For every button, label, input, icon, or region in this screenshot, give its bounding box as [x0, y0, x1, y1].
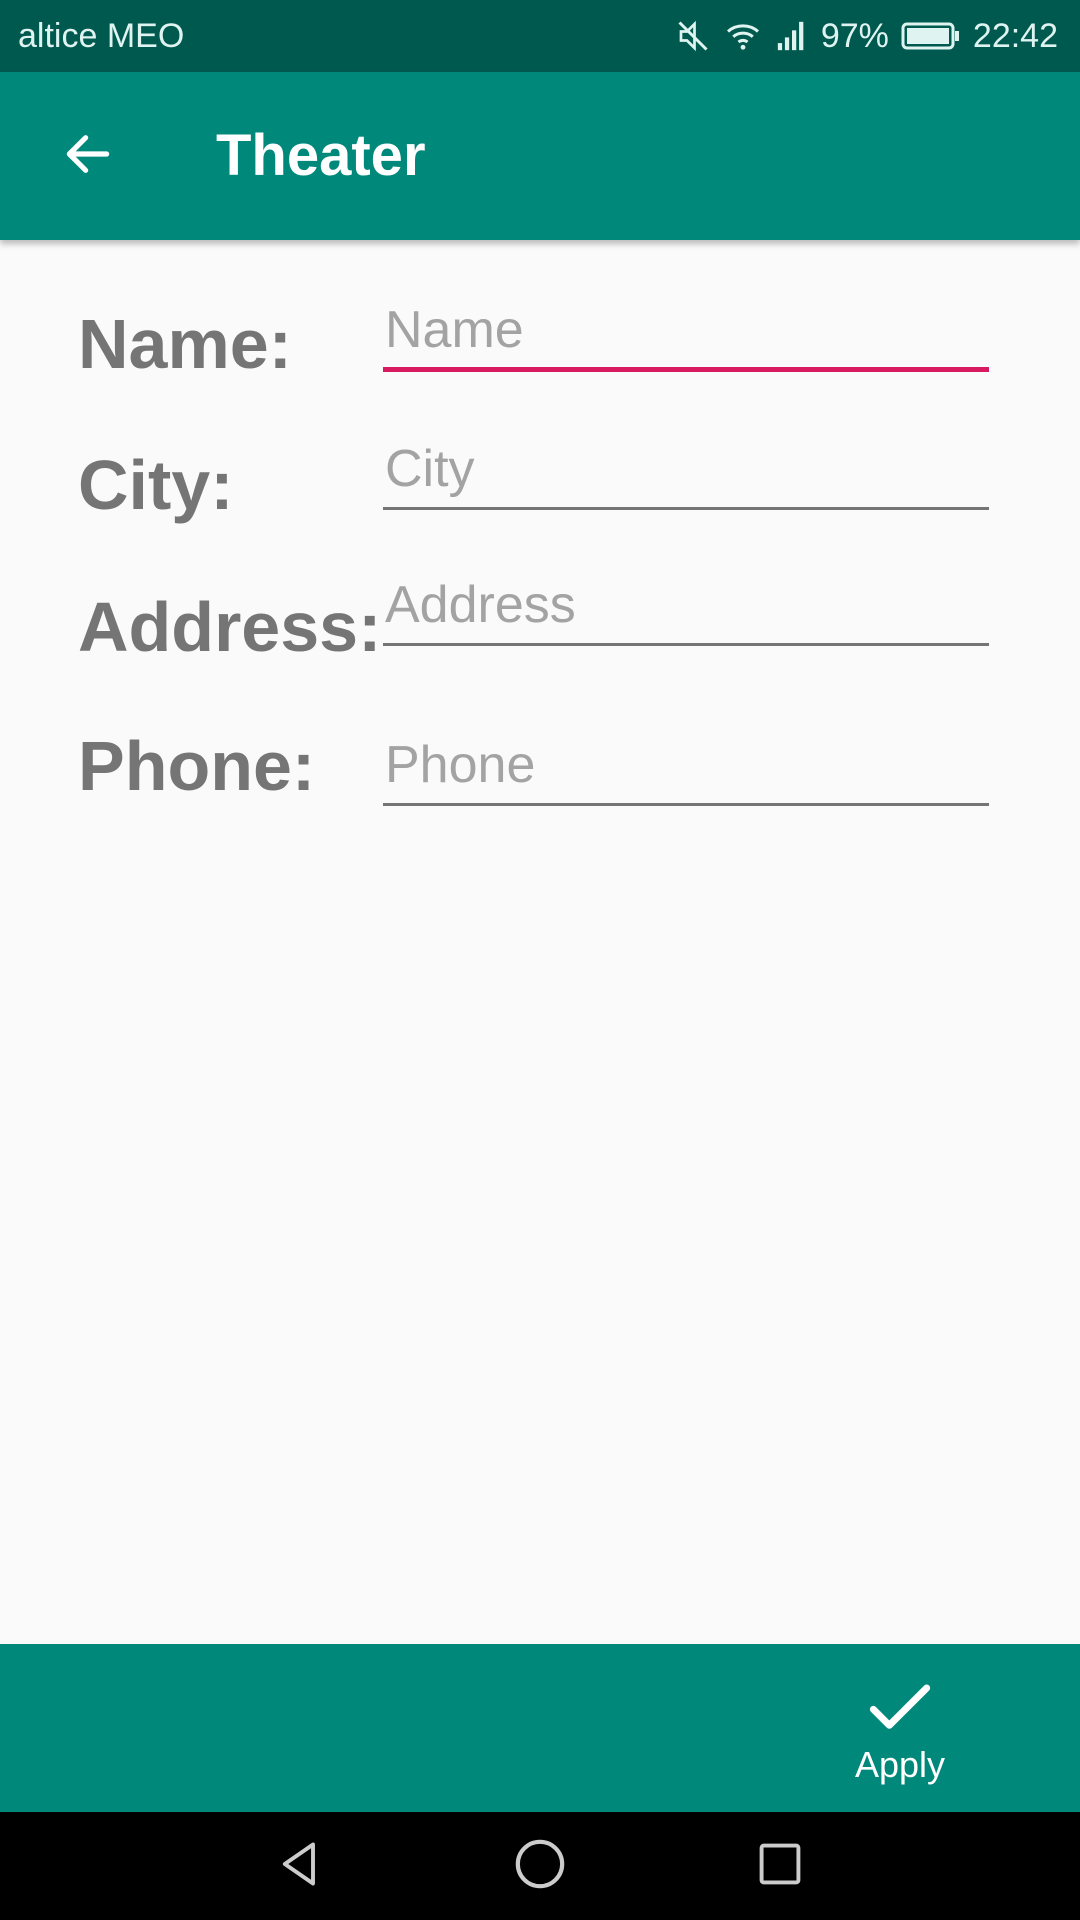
wifi-icon	[723, 18, 763, 54]
city-label: City:	[78, 446, 234, 524]
system-nav-bar	[0, 1812, 1080, 1920]
clock: 22:42	[972, 17, 1058, 55]
check-icon	[868, 1680, 932, 1741]
signal-icon	[775, 19, 809, 53]
nav-recents-button[interactable]	[736, 1822, 824, 1910]
apply-button[interactable]: Apply	[836, 1662, 964, 1800]
apply-label: Apply	[854, 1744, 946, 1785]
back-button[interactable]	[40, 108, 136, 204]
recents-square-icon	[754, 1838, 806, 1895]
app-bar: Theater	[0, 72, 1080, 240]
home-circle-icon	[512, 1836, 568, 1897]
city-field-wrapper	[383, 430, 989, 510]
battery-icon	[901, 20, 961, 52]
nav-home-button[interactable]	[496, 1822, 584, 1910]
page-title: Theater	[216, 123, 426, 188]
battery-percent: 97%	[820, 17, 889, 55]
address-input[interactable]	[383, 566, 989, 646]
name-field-wrapper	[383, 292, 989, 372]
name-label: Name:	[78, 305, 292, 383]
arrow-back-icon	[60, 126, 116, 187]
name-input[interactable]	[383, 292, 989, 372]
back-triangle-icon	[274, 1838, 326, 1895]
phone-field-wrapper	[383, 726, 989, 806]
phone-label: Phone:	[78, 727, 316, 805]
nav-back-button[interactable]	[256, 1822, 344, 1910]
bottom-action-bar: Apply	[0, 1644, 1080, 1812]
status-icons: 97% 22:42	[675, 0, 1058, 72]
address-label: Address:	[78, 588, 382, 666]
screen: altice MEO 97% 22:42 Theater Name: Name …	[0, 0, 1080, 1920]
carrier-name: altice MEO	[18, 17, 185, 55]
city-input[interactable]	[383, 430, 989, 510]
status-bar: altice MEO 97% 22:42	[0, 0, 1080, 72]
mute-icon	[675, 18, 711, 54]
address-field-wrapper	[383, 566, 989, 646]
phone-input[interactable]	[383, 726, 989, 806]
